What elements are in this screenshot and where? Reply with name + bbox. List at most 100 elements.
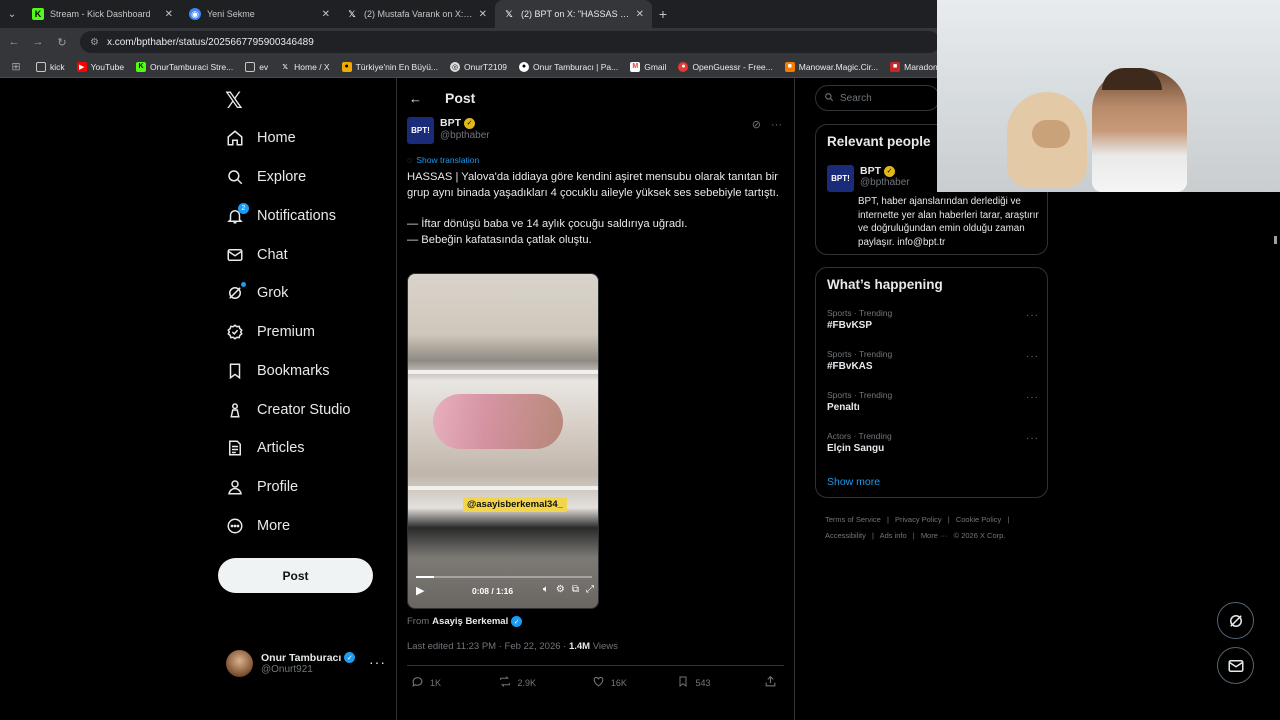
trend-more-icon[interactable]: ··· xyxy=(1026,433,1039,444)
video-source: From Asayiş Berkemal ✓ xyxy=(407,616,523,627)
close-icon[interactable]: ✕ xyxy=(165,9,173,20)
footer-link[interactable]: Accessibility xyxy=(825,531,866,540)
settings-icon[interactable]: ⚙ xyxy=(556,584,565,595)
bookmark-onurt2109[interactable]: ◎ OnurT2109 xyxy=(450,61,507,72)
author-name[interactable]: BPT xyxy=(440,117,461,129)
bookmark-openguessr[interactable]: ● OpenGuessr - Free... xyxy=(678,61,773,72)
close-icon[interactable]: ✕ xyxy=(636,9,644,20)
trend-item[interactable]: Sports · Trending #FBvKSP ··· xyxy=(827,308,1039,331)
share-button[interactable] xyxy=(764,675,783,691)
video-source-name[interactable]: Asayiş Berkemal xyxy=(432,616,508,627)
back-arrow-icon[interactable]: ← xyxy=(409,91,429,106)
footer-link[interactable]: Privacy Policy xyxy=(895,515,942,524)
post-more-icon[interactable]: ··· xyxy=(771,119,782,131)
relevant-user-avatar[interactable]: BPT! xyxy=(827,165,854,192)
x-icon: 𝕏 xyxy=(505,8,513,19)
show-translation-link[interactable]: ◌ Show translation xyxy=(407,155,479,165)
bookmark-gmail[interactable]: M Gmail xyxy=(630,61,666,72)
bookmark-home-x[interactable]: 𝕏 Home / X xyxy=(280,62,329,72)
nav-grok[interactable]: Grok xyxy=(225,277,288,309)
bookmark-button[interactable]: 543 xyxy=(677,675,764,691)
video-player[interactable]: @asayisberkemal34_ ▶ 0:08 / 1:16 🔈︎ ⚙ ⧉ … xyxy=(407,273,599,609)
trend-more-icon[interactable]: ··· xyxy=(1026,310,1039,321)
like-button[interactable]: 16K xyxy=(592,675,678,691)
post-button[interactable]: Post xyxy=(218,558,373,593)
reply-button[interactable]: 1K xyxy=(411,675,498,691)
back-icon[interactable]: ← xyxy=(2,36,26,48)
volume-icon[interactable]: 🔈︎ xyxy=(543,584,549,595)
grok-float-button[interactable] xyxy=(1217,602,1254,639)
gmail-icon: M xyxy=(630,61,641,72)
pip-icon[interactable]: ⧉ xyxy=(572,584,579,595)
bookmark-onur-pa[interactable]: ● Onur Tamburacı | Pa... xyxy=(519,61,618,72)
nav-chat[interactable]: Chat xyxy=(225,239,288,271)
nav-explore[interactable]: Explore xyxy=(225,161,306,193)
trend-item[interactable]: Sports · Trending Penaltı ··· xyxy=(827,390,1039,413)
tab-new-tab[interactable]: ◉ Yeni Sekme ✕ xyxy=(181,0,338,28)
relevant-user[interactable]: BPT! BPT ✓ @bpthaber xyxy=(827,165,910,192)
nav-home[interactable]: Home xyxy=(225,122,296,154)
messages-float-button[interactable] xyxy=(1217,647,1254,684)
play-icon[interactable]: ▶ xyxy=(416,584,424,597)
copyright: © 2026 X Corp. xyxy=(953,531,1006,540)
search-input[interactable]: Search xyxy=(815,85,940,111)
views-count: 1.4M xyxy=(568,641,591,652)
nav-more[interactable]: More xyxy=(225,510,290,542)
url-field[interactable]: ⚙ x.com/bpthaber/status/2025667795900346… xyxy=(80,31,940,53)
trend-item[interactable]: Sports · Trending #FBvKAS ··· xyxy=(827,349,1039,372)
footer-link[interactable]: Terms of Service xyxy=(825,515,881,524)
post-text-line: — İftar dönüşü baba ve 14 aylık çocuğu s… xyxy=(407,218,688,230)
nav-notifications[interactable]: 2 Notifications xyxy=(225,200,336,232)
tab-search-button[interactable]: ⌄ xyxy=(0,0,24,28)
footer-link[interactable]: Ads info xyxy=(880,531,907,540)
scrollbar[interactable] xyxy=(1274,236,1277,244)
footer-link[interactable]: More ··· xyxy=(921,531,948,540)
x-logo-icon[interactable]: 𝕏 xyxy=(225,88,243,114)
author-avatar[interactable]: BPT! xyxy=(407,117,434,144)
account-more-icon[interactable]: ··· xyxy=(369,654,386,670)
account-switcher[interactable]: Onur Tamburacı ✓ @Onurt921 ··· xyxy=(226,648,386,678)
nav-profile[interactable]: Profile xyxy=(225,471,298,503)
close-icon[interactable]: ✕ xyxy=(479,9,487,20)
site-info-icon[interactable]: ⚙ xyxy=(90,37,99,48)
tab-varank-post[interactable]: 𝕏 (2) Mustafa Varank on X: "Nede ✕ xyxy=(338,0,495,28)
author-handle[interactable]: @bpthaber xyxy=(440,130,490,141)
forward-icon[interactable]: → xyxy=(26,36,50,48)
bookmark-kick[interactable]: kick xyxy=(36,61,65,72)
tab-kick-dashboard[interactable]: K Stream - Kick Dashboard ✕ xyxy=(24,0,181,28)
repost-button[interactable]: 2.9K xyxy=(498,675,592,691)
tab-bpt-post[interactable]: 𝕏 (2) BPT on X: "HASSAS | Yalova' ✕ xyxy=(495,0,652,28)
trend-item[interactable]: Actors · Trending Elçin Sangu ··· xyxy=(827,431,1039,454)
bookmark-manowar[interactable]: ■ Manowar.Magic.Cir... xyxy=(784,61,878,72)
trend-more-icon[interactable]: ··· xyxy=(1026,351,1039,362)
fullscreen-icon[interactable]: ⤢ xyxy=(586,584,594,595)
bookmark-ev[interactable]: ev xyxy=(245,61,268,72)
show-more-link[interactable]: Show more xyxy=(827,476,880,488)
nav-bookmarks[interactable]: Bookmarks xyxy=(225,355,330,387)
grok-icon xyxy=(1229,614,1242,627)
x-icon: 𝕏 xyxy=(348,8,356,19)
bookmark-youtube[interactable]: ▶ YouTube xyxy=(76,61,124,72)
video-watermark: @asayisberkemal34_ xyxy=(463,497,567,512)
heart-icon xyxy=(592,675,605,691)
grok-explain-icon[interactable]: ⊘ xyxy=(752,118,761,131)
apps-grid-icon[interactable]: ⊞ xyxy=(4,60,28,73)
video-progress-bar[interactable] xyxy=(416,576,592,578)
footer-link[interactable]: Cookie Policy xyxy=(956,515,1001,524)
relevant-user-name: BPT xyxy=(860,165,881,177)
close-icon[interactable]: ✕ xyxy=(322,9,330,20)
post-timestamp[interactable]: Last edited 11:23 PM · Feb 22, 2026 · xyxy=(407,641,566,652)
nav-creator-studio[interactable]: Creator Studio xyxy=(225,394,351,426)
nav-premium[interactable]: Premium xyxy=(225,316,315,348)
new-tab-button[interactable]: + xyxy=(652,0,674,28)
more-icon xyxy=(225,516,245,536)
bookmark-turkiye[interactable]: ● Türkiye'nin En Büyü... xyxy=(341,61,438,72)
nav-articles[interactable]: Articles xyxy=(225,432,305,464)
bookmark-onurtamburaci-stream[interactable]: K OnurTamburaci Stre... xyxy=(136,61,233,72)
trend-more-icon[interactable]: ··· xyxy=(1026,392,1039,403)
reload-icon[interactable]: ↻ xyxy=(50,36,74,49)
site-icon: ● xyxy=(678,61,689,72)
post-author[interactable]: BPT! BPT ✓ @bpthaber xyxy=(407,117,490,144)
whats-happening-card: What’s happening Sports · Trending #FBvK… xyxy=(815,267,1048,498)
premium-icon xyxy=(225,322,245,342)
